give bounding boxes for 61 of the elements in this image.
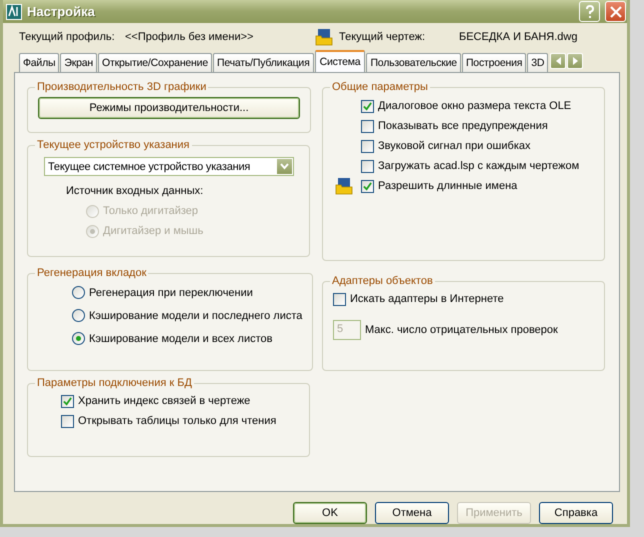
group-title: Адаптеры объектов: [331, 275, 434, 287]
checkbox[interactable]: [361, 140, 374, 152]
field-label: Макс. число отрицательных проверок: [365, 324, 558, 336]
group-title: Параметры подключения к БД: [36, 377, 193, 389]
radio-label: Дигитайзер и мышь: [103, 225, 204, 237]
right-arrow-icon: [572, 57, 578, 65]
radio-label: Только дигитайзер: [103, 205, 198, 217]
checkbox[interactable]: [333, 292, 346, 306]
checkbox[interactable]: [361, 180, 374, 192]
checkbox-label: Загружать acad.lsp с каждым чертежом: [378, 160, 580, 172]
tab[interactable]: Система: [314, 50, 366, 72]
left-arrow-icon: [556, 57, 561, 65]
dialog-button[interactable]: Отмена: [375, 502, 449, 524]
group-title: Текущее устройство указания: [36, 139, 190, 151]
help-icon: [584, 4, 594, 18]
close-button[interactable]: [605, 1, 626, 22]
checkbox[interactable]: [361, 160, 374, 172]
radio-button[interactable]: [72, 286, 85, 299]
checkbox[interactable]: [61, 414, 74, 428]
profile-value: <<Профиль без имени>>: [125, 31, 254, 43]
checkbox-label: Диалоговое окно размера текста OLE: [378, 100, 572, 112]
app-icon: [6, 4, 22, 20]
drawing-icon: [315, 28, 333, 46]
checkbox[interactable]: [361, 100, 374, 112]
radio-label: Кэширование модели и последнего листа: [89, 310, 302, 322]
checkbox-label: Показывать все предупреждения: [378, 120, 548, 132]
radio-label: Кэширование модели и всех листов: [89, 332, 272, 344]
profile-label: Текущий профиль:: [19, 31, 116, 43]
drawing-label: Текущий чертеж:: [339, 31, 426, 43]
checkbox[interactable]: [361, 120, 374, 132]
group-title: Производительность 3D графики: [36, 81, 208, 93]
scroll-right-button[interactable]: [567, 53, 584, 69]
tab[interactable]: Открытие/Сохранение: [98, 53, 212, 72]
tab[interactable]: 3D: [527, 53, 548, 72]
checkbox-label: Искать адаптеры в Интернете: [350, 293, 504, 305]
radio-label: Регенерация при переключении: [89, 286, 253, 298]
checkbox-label: Звуковой сигнал при ошибках: [378, 140, 530, 152]
drawing-value: БЕСЕДКА И БАНЯ.dwg: [459, 31, 578, 43]
radio-button[interactable]: [72, 332, 85, 345]
dropdown[interactable]: Текущее системное устройство указания: [44, 157, 294, 176]
tab[interactable]: Построения: [462, 53, 526, 72]
group-title: Общие параметры: [331, 81, 429, 93]
close-icon: [610, 6, 622, 18]
tab[interactable]: Файлы: [19, 53, 60, 72]
performance-button[interactable]: Режимы производительности...: [38, 97, 300, 119]
tab[interactable]: Пользовательские: [366, 53, 461, 72]
dialog-button[interactable]: OK: [293, 502, 367, 524]
window-title: Настройка: [27, 4, 95, 19]
checkbox-label: Хранить индекс связей в чертеже: [78, 395, 250, 407]
input-source-label: Источник входных данных:: [66, 185, 204, 197]
tab[interactable]: Экран: [60, 53, 97, 72]
radio-button[interactable]: [72, 309, 85, 322]
group-title: Регенерация вкладок: [36, 267, 148, 279]
chevron-icon: [280, 163, 289, 170]
checkbox-label: Разрешить длинные имена: [378, 180, 518, 192]
help-button[interactable]: [579, 1, 600, 22]
scroll-left-button[interactable]: [550, 53, 566, 69]
checkbox-label: Открывать таблицы только для чтения: [78, 415, 276, 427]
checkbox[interactable]: [61, 394, 74, 408]
tab[interactable]: Печать/Публикация: [212, 53, 314, 72]
dialog-button[interactable]: Справка: [539, 502, 613, 524]
